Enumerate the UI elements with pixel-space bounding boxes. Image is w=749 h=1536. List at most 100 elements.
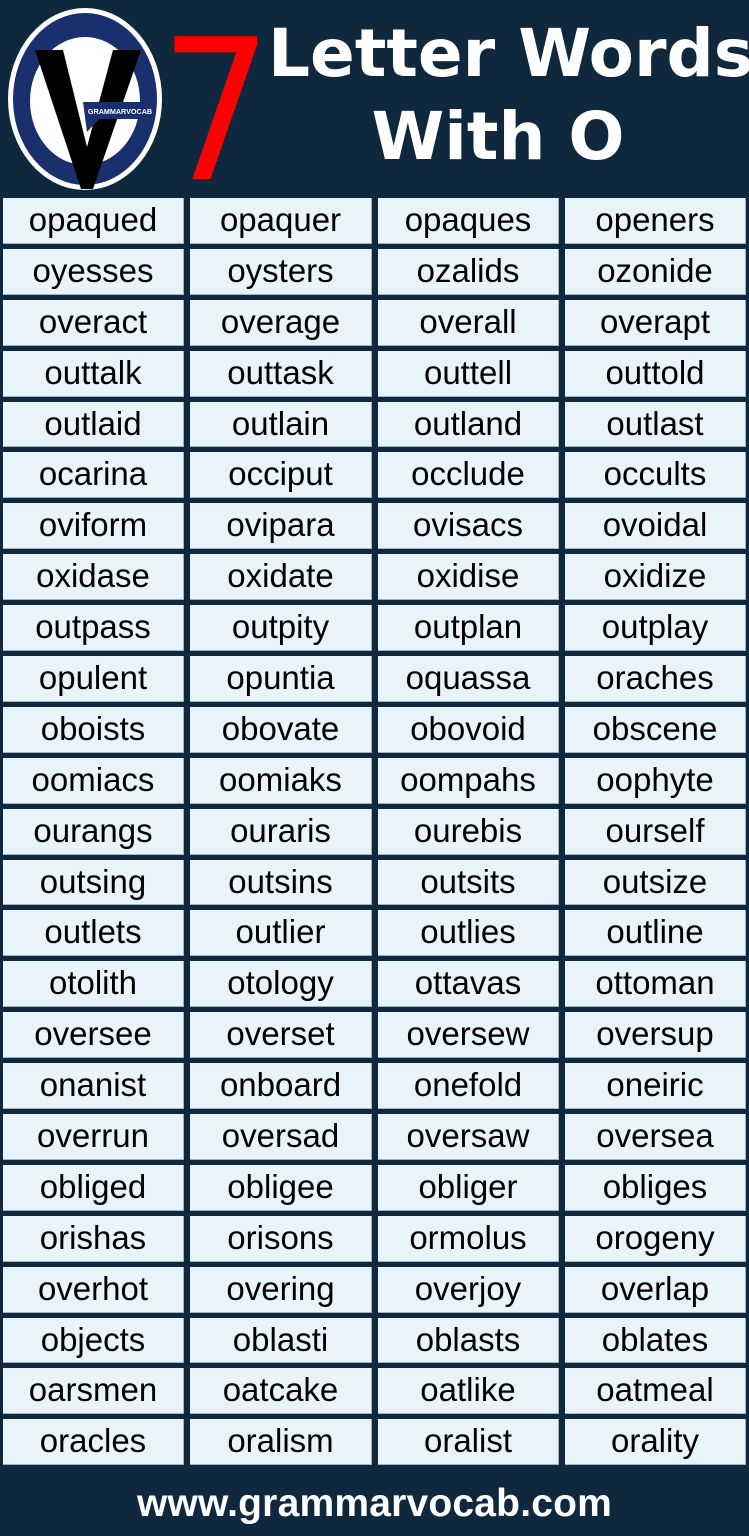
word-cell: oysters xyxy=(190,248,372,295)
word-cell: oviform xyxy=(3,503,184,550)
word-cell: ourebis xyxy=(378,808,559,855)
word-cell: overapt xyxy=(565,299,746,346)
word-cell: ouraris xyxy=(190,808,372,855)
word-cell: overset xyxy=(190,1012,372,1059)
word-cell: oraches xyxy=(565,656,746,702)
word-cell: outlies xyxy=(378,910,559,957)
word-cell: oxidise xyxy=(378,554,559,601)
word-cell: outtold xyxy=(565,350,746,397)
word-cell: ovisacs xyxy=(378,503,559,550)
word-cell: opulent xyxy=(3,656,184,702)
word-cell: oquassa xyxy=(378,656,559,702)
word-cell: otology xyxy=(190,961,372,1008)
word-cell: opaques xyxy=(378,198,559,244)
title-line-1: Letter Words xyxy=(268,15,749,92)
word-cell: outtell xyxy=(378,350,559,397)
word-cell: outtask xyxy=(190,350,372,397)
word-cell: orogeny xyxy=(565,1215,746,1262)
word-cell: obliges xyxy=(565,1164,746,1211)
word-cell: overage xyxy=(190,299,372,346)
page-title: Letter Words With O xyxy=(268,12,749,178)
word-cell: outline xyxy=(565,910,746,957)
word-cell: outplan xyxy=(378,605,559,652)
word-cell: oyesses xyxy=(3,248,184,295)
word-cell: outtalk xyxy=(3,350,184,397)
word-cell: openers xyxy=(565,198,746,244)
website-url: www.grammarvocab.com xyxy=(136,1482,613,1525)
word-grid: opaqued opaquer opaques openers oyesses oyste… xyxy=(3,198,746,1466)
word-cell: oralism xyxy=(190,1419,372,1466)
grammarvocab-logo-icon: GRAMMARVOCAB xyxy=(8,8,162,190)
word-cell: oarsmen xyxy=(3,1368,184,1415)
word-cell: otolith xyxy=(3,961,184,1008)
word-cell: overing xyxy=(190,1266,372,1313)
word-cell: orisons xyxy=(190,1215,372,1262)
word-cell: outpass xyxy=(3,605,184,652)
word-cell: occlude xyxy=(378,452,559,499)
word-cell: occults xyxy=(565,452,746,499)
word-cell: oompahs xyxy=(378,757,559,804)
word-cell: opuntia xyxy=(190,656,372,702)
word-cell: oomiacs xyxy=(3,757,184,804)
word-cell: oversea xyxy=(565,1114,746,1160)
word-cell: outlain xyxy=(190,401,372,448)
word-cell: onanist xyxy=(3,1063,184,1110)
number-seven: 7 xyxy=(160,0,272,226)
word-cell: overlap xyxy=(565,1266,746,1313)
word-cell: overrun xyxy=(3,1114,184,1160)
word-cell: oblasti xyxy=(190,1317,372,1364)
word-cell: oboists xyxy=(3,706,184,753)
word-cell: oblates xyxy=(565,1317,746,1364)
word-cell: overact xyxy=(3,299,184,346)
word-cell: outsins xyxy=(190,859,372,906)
word-cell: outlast xyxy=(565,401,746,448)
word-cell: obligee xyxy=(190,1164,372,1211)
word-cell: opaqued xyxy=(3,198,184,244)
word-cell: obscene xyxy=(565,706,746,753)
word-cell: outlets xyxy=(3,910,184,957)
word-cell: overall xyxy=(378,299,559,346)
word-cell: outsits xyxy=(378,859,559,906)
word-cell: oatcake xyxy=(190,1368,372,1415)
word-cell: oatmeal xyxy=(565,1368,746,1415)
word-cell: onboard xyxy=(190,1063,372,1110)
word-cell: outland xyxy=(378,401,559,448)
word-cell: orishas xyxy=(3,1215,184,1262)
word-cell: outlaid xyxy=(3,401,184,448)
word-cell: ozalids xyxy=(378,248,559,295)
word-cell: obovate xyxy=(190,706,372,753)
word-cell: ovoidal xyxy=(565,503,746,550)
word-cell: ottoman xyxy=(565,961,746,1008)
word-cell: opaquer xyxy=(190,198,372,244)
title-line-2: With O xyxy=(371,98,625,175)
word-cell: oatlike xyxy=(378,1368,559,1415)
word-cell: oversaw xyxy=(378,1114,559,1160)
word-cell: ormolus xyxy=(378,1215,559,1262)
word-cell: ovipara xyxy=(190,503,372,550)
word-cell: oomiaks xyxy=(190,757,372,804)
word-cell: ozonide xyxy=(565,248,746,295)
logo-text: GRAMMARVOCAB xyxy=(88,107,152,116)
word-cell: onefold xyxy=(378,1063,559,1110)
word-cell: outsing xyxy=(3,859,184,906)
word-cell: ottavas xyxy=(378,961,559,1008)
word-cell: oxidate xyxy=(190,554,372,601)
word-cell: orality xyxy=(565,1419,746,1466)
word-cell: obovoid xyxy=(378,706,559,753)
word-cell: obliger xyxy=(378,1164,559,1211)
word-cell: overjoy xyxy=(378,1266,559,1313)
word-cell: ourangs xyxy=(3,808,184,855)
word-cell: oversew xyxy=(378,1012,559,1059)
word-cell: oblasts xyxy=(378,1317,559,1364)
word-cell: oneiric xyxy=(565,1063,746,1110)
word-cell: objects xyxy=(3,1317,184,1364)
word-cell: oversee xyxy=(3,1012,184,1059)
word-cell: oversup xyxy=(565,1012,746,1059)
word-cell: oxidize xyxy=(565,554,746,601)
word-cell: ourself xyxy=(565,808,746,855)
word-cell: outplay xyxy=(565,605,746,652)
word-cell: ocarina xyxy=(3,452,184,499)
word-cell: outpity xyxy=(190,605,372,652)
word-cell: obliged xyxy=(3,1164,184,1211)
word-cell: outsize xyxy=(565,859,746,906)
